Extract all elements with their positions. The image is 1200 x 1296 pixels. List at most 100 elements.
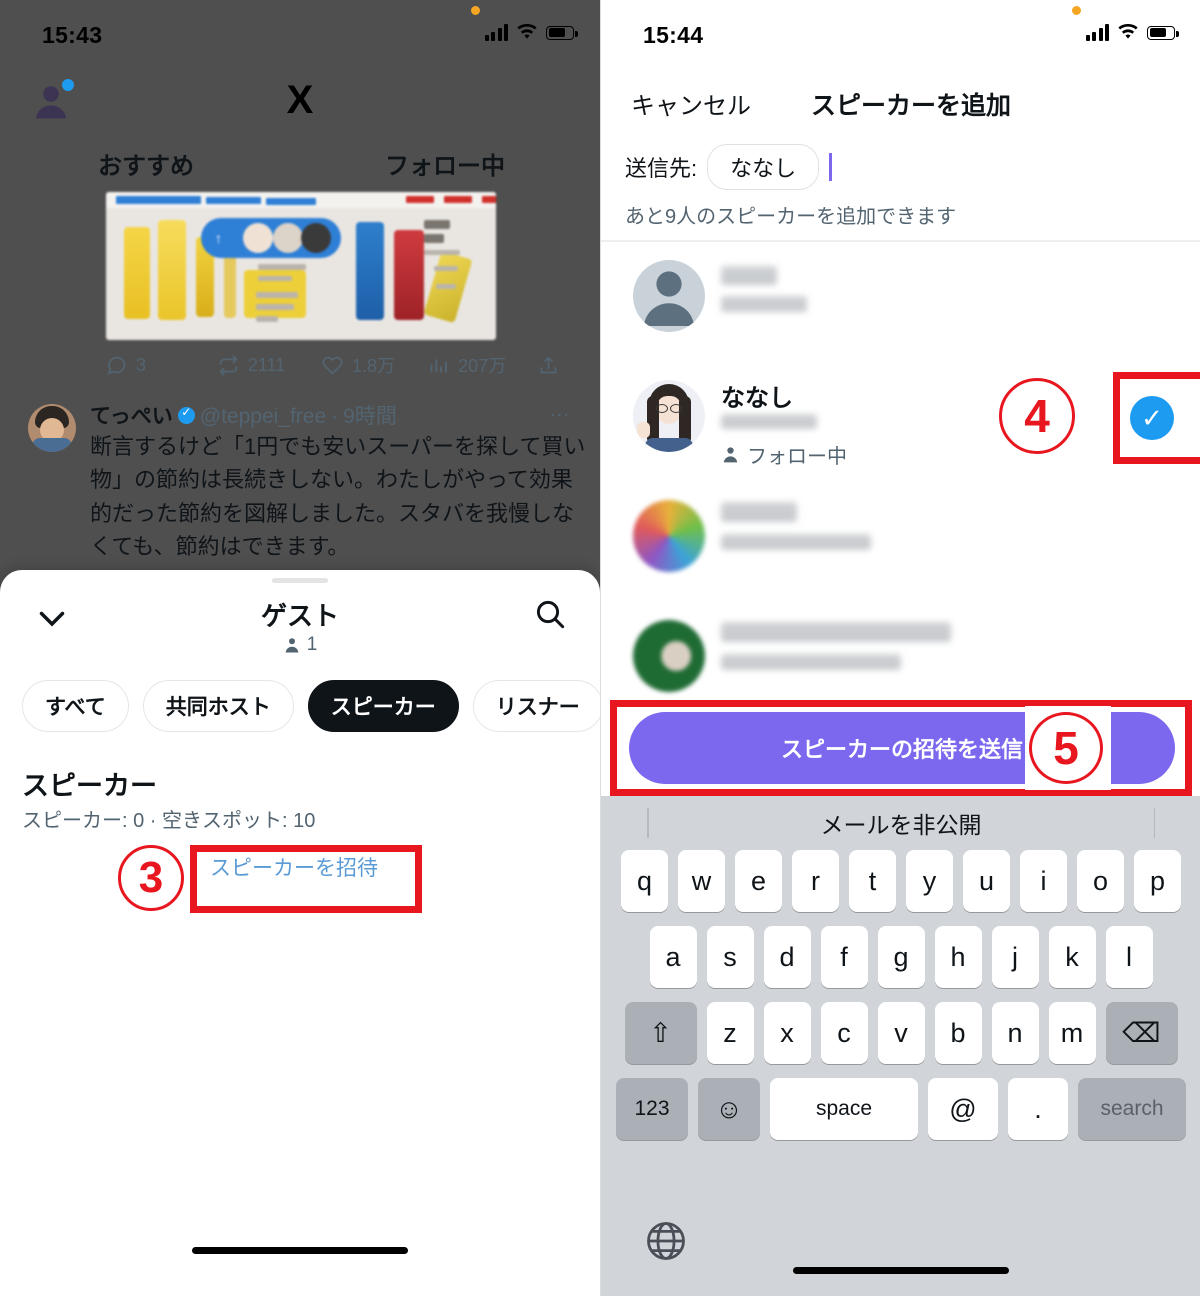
key-i[interactable]: i [1020, 850, 1067, 912]
wifi-icon [517, 24, 537, 39]
battery-icon [1147, 25, 1179, 40]
battery-icon [546, 25, 578, 40]
tweet-separator: · [331, 405, 339, 428]
views-action[interactable]: 207万 [428, 352, 538, 378]
key-s[interactable]: s [706, 926, 754, 988]
at-key[interactable]: @ [928, 1078, 998, 1140]
key-h[interactable]: h [934, 926, 982, 988]
key-t[interactable]: t [849, 850, 896, 912]
globe-icon[interactable] [645, 1220, 687, 1262]
key-v[interactable]: v [877, 1002, 925, 1064]
status-icons [1085, 24, 1179, 41]
key-z[interactable]: z [706, 1002, 754, 1064]
search-icon[interactable] [534, 598, 566, 630]
tweet-header: てっぺい @teppei_free · 9時間 … [90, 398, 590, 430]
recipients-field[interactable]: 送信先: ななし [625, 144, 832, 190]
user-name: ななし [721, 385, 793, 412]
key-b[interactable]: b [934, 1002, 982, 1064]
tweet-text: 断言するけど「1円でも安いスーパーを探して買い物」の節約は長続きしない。わたしが… [90, 434, 586, 560]
home-indicator [192, 1247, 408, 1254]
status-time: 15:44 [643, 22, 704, 48]
key-f[interactable]: f [820, 926, 868, 988]
tweet-author-handle: @teppei_free [199, 405, 327, 428]
key-u[interactable]: u [963, 850, 1010, 912]
key-r[interactable]: r [792, 850, 839, 912]
page-title: スピーカーを追加 [811, 92, 1012, 120]
list-item[interactable]: ななし フォロー中 ✓ [601, 364, 1200, 484]
chip-speaker[interactable]: スピーカー [307, 680, 459, 732]
reply-count: 3 [136, 354, 147, 375]
tweet-author-name: てっぺい [90, 405, 173, 428]
tweet-media-image[interactable]: ↑ [106, 192, 496, 340]
follow-status: フォロー中 [721, 440, 847, 469]
role-filter-chips: すべて 共同ホスト スピーカー リスナー [0, 680, 600, 736]
user-handle [721, 414, 817, 429]
tab-recommended[interactable]: おすすめ [98, 146, 194, 181]
share-action[interactable] [538, 355, 576, 376]
guest-count-value: 1 [306, 634, 318, 655]
key-a[interactable]: a [649, 926, 697, 988]
speaker-section-title: スピーカー [22, 771, 157, 801]
more-options-icon[interactable]: … [549, 398, 572, 422]
list-item[interactable] [601, 244, 1200, 364]
key-x[interactable]: x [763, 1002, 811, 1064]
key-e[interactable]: e [735, 850, 782, 912]
sheet-grab-handle[interactable] [272, 578, 328, 583]
wifi-icon [1118, 24, 1138, 39]
guest-count: 1 [0, 634, 600, 656]
chip-cohost[interactable]: 共同ホスト [142, 680, 294, 732]
key-p[interactable]: p [1134, 850, 1181, 912]
key-o[interactable]: o [1077, 850, 1124, 912]
key-j[interactable]: j [991, 926, 1039, 988]
screenshot-root: ↑ 3 2111 1.8万 207万 てっぺい ✓ @teppei_free ·… [0, 0, 1200, 1296]
chip-all[interactable]: すべて [22, 680, 129, 732]
avatar [633, 380, 705, 452]
keyboard-suggestion[interactable]: メールを非公開 [601, 796, 1200, 850]
key-k[interactable]: k [1048, 926, 1096, 988]
list-item[interactable] [601, 484, 1200, 604]
user-handle [721, 534, 871, 550]
reply-action[interactable]: 3 [106, 355, 218, 376]
status-bar: 15:44 [601, 0, 1200, 56]
search-key[interactable]: search [1078, 1078, 1186, 1140]
tweet-action-bar: 3 2111 1.8万 207万 [106, 348, 576, 382]
like-action[interactable]: 1.8万 [322, 352, 428, 378]
avatar[interactable] [28, 404, 76, 452]
key-d[interactable]: d [763, 926, 811, 988]
space-key[interactable]: space [770, 1078, 918, 1140]
keyboard-row-1: q w e r t y u i o p [601, 850, 1200, 912]
invite-speaker-link[interactable]: スピーカーを招待 [190, 838, 398, 896]
tweet-timestamp: 9時間 [343, 405, 397, 428]
emoji-key-icon[interactable]: ☺ [698, 1078, 760, 1140]
user-name [721, 502, 797, 522]
retweet-action[interactable]: 2111 [218, 355, 322, 376]
account-avatar-icon[interactable] [30, 79, 74, 122]
tab-following[interactable]: フォロー中 [385, 146, 505, 181]
numbers-key[interactable]: 123 [616, 1078, 688, 1140]
avatar [633, 260, 705, 332]
avatar [633, 620, 705, 692]
shift-key-icon[interactable]: ⇧ [624, 1002, 697, 1064]
period-key[interactable]: . [1008, 1078, 1068, 1140]
key-c[interactable]: c [820, 1002, 868, 1064]
chip-listener[interactable]: リスナー [472, 680, 600, 732]
backspace-key-icon[interactable]: ⌫ [1105, 1002, 1178, 1064]
sheet-title: ゲスト [260, 601, 339, 631]
text-cursor [829, 153, 832, 181]
key-m[interactable]: m [1048, 1002, 1096, 1064]
key-y[interactable]: y [906, 850, 953, 912]
key-l[interactable]: l [1105, 926, 1153, 988]
invite-speaker-wrapper: スピーカーを招待 [190, 838, 398, 896]
user-name [721, 622, 951, 642]
key-w[interactable]: w [678, 850, 725, 912]
recipient-chip[interactable]: ななし [707, 144, 820, 190]
annotation-circle-5: 5 [1029, 712, 1103, 784]
user-select-checkmark-highlight[interactable]: ✓ [1130, 396, 1174, 440]
navigation-bar: キャンセル スピーカーを追加 [601, 72, 1200, 136]
retweet-count: 2111 [247, 354, 286, 375]
key-n[interactable]: n [991, 1002, 1039, 1064]
key-g[interactable]: g [877, 926, 925, 988]
key-q[interactable]: q [621, 850, 668, 912]
keyboard-row-2: a s d f g h j k l [601, 926, 1200, 988]
cancel-button[interactable]: キャンセル [631, 86, 751, 121]
